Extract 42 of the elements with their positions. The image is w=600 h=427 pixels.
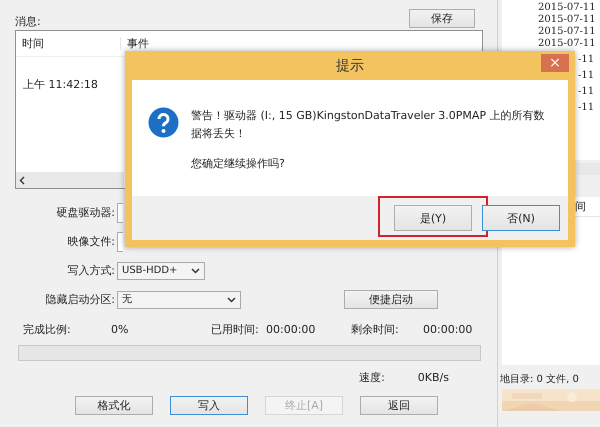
dialog-title: 提示 [336, 58, 364, 74]
dropdown[interactable]: 无 [117, 290, 241, 308]
log-entry: -11 [578, 70, 594, 82]
stat-label: 完成比例: [23, 323, 72, 336]
confirm-question: 您确定继续操作吗? [191, 156, 285, 172]
stat-label: 已用时间: [211, 323, 260, 336]
field-label: 硬盘驱动器: [55, 206, 116, 219]
field-label: 写入方式: [66, 264, 116, 277]
action-button[interactable]: 格式化 [75, 396, 153, 415]
log-entry: -11 [578, 54, 594, 66]
log-entry: 2015-07-11 [538, 2, 596, 14]
save-button[interactable]: 保存 [409, 9, 475, 28]
time-cell: 上午 11:42:18 [23, 78, 98, 91]
log-entry: 2015-07-11 [538, 26, 596, 38]
stat-value: 0% [111, 323, 130, 336]
speed-value: 0KB/s [418, 371, 449, 384]
column-header: 事件 [126, 37, 149, 50]
quick-boot-button[interactable]: 便捷启动 [344, 290, 438, 309]
column-header: 间 [575, 200, 586, 213]
log-entry: 2015-07-11 [538, 14, 596, 26]
dialog-button[interactable]: 否(N) [482, 205, 560, 231]
stat-label: 剩余时间: [351, 323, 400, 336]
dialog-button[interactable]: 是(Y) [394, 205, 472, 231]
stat-value: 00:00:00 [266, 323, 316, 336]
scroll-left-icon[interactable] [19, 176, 26, 184]
input-field[interactable] [117, 232, 123, 252]
action-button[interactable]: 返回 [360, 396, 438, 415]
action-button[interactable]: 写入 [170, 396, 248, 415]
messages-label: 消息: [15, 15, 41, 28]
field-label: 映像文件: [66, 235, 116, 248]
field-label: 隐藏启动分区: [44, 293, 116, 306]
column-header: 时间 [16, 37, 121, 50]
stat-value: 00:00:00 [423, 323, 474, 336]
dropdown[interactable]: USB-HDD+ [117, 262, 205, 280]
log-entry: -11 [578, 86, 594, 98]
input-field[interactable] [117, 202, 123, 222]
log-entry: -11 [578, 102, 594, 114]
question-icon [148, 107, 179, 138]
log-entry: 2015-07-11 [538, 38, 596, 50]
status-text: 地目录: 0 文件, 0 [500, 372, 580, 386]
speed-label: 速度: [359, 371, 385, 384]
warning-message: 警告！驱动器 (I:, 15 GB)KingstonDataTraveler 3.0PMAP 上的所有数据将丢失！ [191, 108, 546, 142]
